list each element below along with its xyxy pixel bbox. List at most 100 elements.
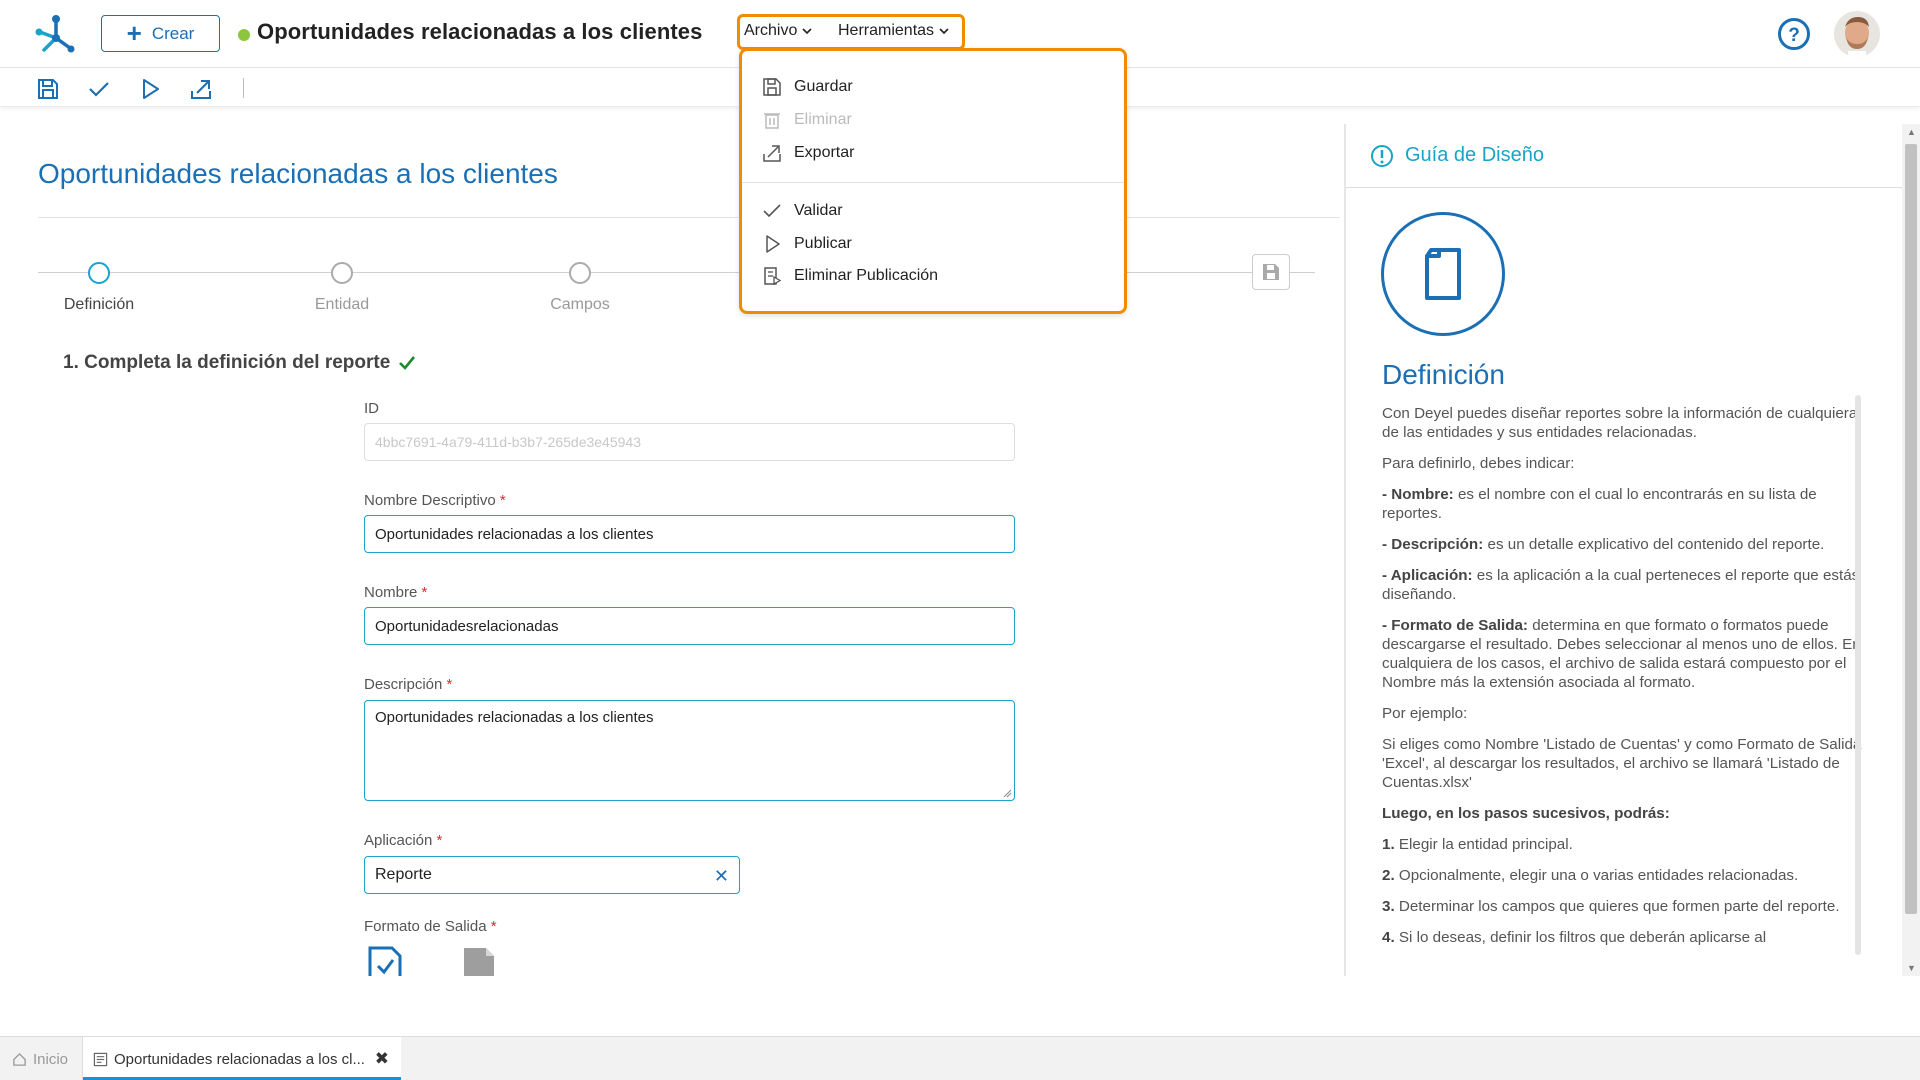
- save-icon[interactable]: [36, 77, 60, 101]
- tab-label: Inicio: [33, 1050, 69, 1068]
- guide-paragraph: 1. Elegir la entidad principal.: [1382, 835, 1864, 854]
- nombre-field[interactable]: Oportunidadesrelacionadas: [364, 607, 1015, 645]
- menu-herramientas-label: Herramientas: [838, 22, 935, 39]
- scrollbar-thumb[interactable]: [1905, 144, 1917, 914]
- nombre-descriptivo-field[interactable]: Oportunidades relacionadas a los cliente…: [364, 515, 1015, 553]
- bottom-tab-bar: Inicio Oportunidades relacionadas a los …: [0, 1036, 1920, 1080]
- unpublish-icon: [764, 267, 782, 286]
- guide-header: Guía de Diseño: [1346, 124, 1902, 188]
- select-value: Reporte: [375, 866, 432, 883]
- chevron-down-icon: [939, 28, 949, 35]
- guide-text: Si lo deseas, definir los filtros que de…: [1394, 929, 1767, 946]
- guide-paragraph: 2. Opcionalmente, elegir una o varias en…: [1382, 866, 1864, 885]
- field-value: Oportunidades relacionadas a los cliente…: [375, 525, 654, 543]
- check-icon: [399, 356, 416, 370]
- step-label-campos: Campos: [550, 296, 610, 313]
- menu-archivo[interactable]: Archivo: [744, 22, 813, 40]
- tab-reporte[interactable]: Oportunidades relacionadas a los cl... ✖: [83, 1037, 401, 1080]
- guide-title: Guía de Diseño: [1405, 144, 1544, 166]
- check-icon[interactable]: [87, 77, 111, 101]
- menu-item-eliminar[interactable]: Eliminar: [762, 110, 852, 130]
- divider: [38, 217, 1340, 218]
- menu-item-exportar[interactable]: Exportar: [762, 143, 854, 163]
- tab-label: Oportunidades relacionadas a los cl...: [114, 1050, 365, 1068]
- menu-item-validar[interactable]: Validar: [762, 201, 843, 221]
- label-text: Formato de Salida: [364, 918, 487, 935]
- nombre-descriptivo-label: Nombre Descriptivo *: [364, 492, 506, 509]
- required-mark: *: [490, 918, 497, 935]
- section-title: 1. Completa la definición del reporte: [63, 352, 416, 374]
- guide-paragraph: Luego, en los pasos sucesivos, podrás:: [1382, 804, 1864, 823]
- trash-icon: [764, 113, 780, 129]
- guide-bold: 2.: [1382, 867, 1395, 884]
- aplicacion-label: Aplicación *: [364, 832, 442, 849]
- deyel-logo-icon[interactable]: [34, 12, 78, 56]
- create-button-label: Crear: [151, 23, 195, 43]
- close-icon[interactable]: ✖: [375, 1049, 389, 1069]
- label-text: Nombre Descriptivo: [364, 492, 496, 509]
- tab-inicio[interactable]: Inicio: [12, 1037, 68, 1080]
- archivo-dropdown-menu: Guardar Eliminar Exportar Validar Public…: [739, 48, 1127, 314]
- export-icon[interactable]: [189, 77, 213, 101]
- menu-item-publicar[interactable]: Publicar: [762, 234, 852, 254]
- status-dot: [238, 29, 250, 41]
- guide-bold: 1.: [1382, 836, 1395, 853]
- page-scrollbar[interactable]: ▲ ▼: [1902, 124, 1920, 976]
- guide-bold: - Descripción:: [1382, 536, 1484, 553]
- id-label-text: ID: [364, 400, 379, 417]
- required-mark: *: [499, 492, 506, 509]
- id-value: 4bbc7691-4a79-411d-b3b7-265de3e45943: [375, 434, 641, 450]
- guide-bold: Luego, en los pasos sucesivos, podrás:: [1382, 805, 1670, 822]
- guide-bold: - Formato de Salida:: [1382, 617, 1528, 634]
- home-icon: [13, 1052, 26, 1066]
- menu-item-label: Eliminar Publicación: [794, 267, 939, 284]
- guide-scrollbar[interactable]: [1855, 395, 1861, 955]
- field-value: Oportunidades relacionadas a los cliente…: [375, 709, 654, 726]
- required-mark: *: [421, 584, 428, 601]
- play-icon[interactable]: [138, 77, 162, 101]
- label-text: Nombre: [364, 584, 418, 601]
- step-campos[interactable]: [569, 262, 591, 284]
- section-title-text: 1. Completa la definición del reporte: [63, 352, 391, 373]
- menu-separator: [742, 182, 1124, 183]
- excel-format-icon[interactable]: [367, 946, 403, 976]
- scroll-up-icon[interactable]: ▲: [1907, 127, 1916, 137]
- create-button[interactable]: + Crear: [101, 15, 220, 52]
- scroll-down-icon[interactable]: ▼: [1907, 963, 1916, 973]
- guide-bold: - Aplicación:: [1382, 567, 1473, 584]
- guide-bold: 4.: [1382, 929, 1395, 946]
- menu-item-guardar[interactable]: Guardar: [762, 77, 853, 97]
- nombre-label: Nombre *: [364, 584, 427, 601]
- guide-text: Opcionalmente, elegir una o varias entid…: [1394, 867, 1799, 884]
- field-value: Oportunidadesrelacionadas: [375, 617, 559, 635]
- guide-bold: 3.: [1382, 898, 1395, 915]
- guide-paragraph: Para definirlo, debes indicar:: [1382, 455, 1575, 472]
- guide-bold: - Nombre:: [1382, 486, 1454, 503]
- menu-item-label: Validar: [794, 202, 843, 219]
- help-icon[interactable]: ?: [1777, 17, 1811, 51]
- step-definicion[interactable]: [88, 262, 110, 284]
- guide-text: es un detalle explicativo del contenido …: [1483, 536, 1825, 553]
- aplicacion-select[interactable]: Reporte ✕: [364, 856, 740, 894]
- required-mark: *: [436, 832, 443, 849]
- guide-paragraph: - Nombre: es el nombre con el cual lo en…: [1382, 485, 1864, 523]
- menu-herramientas[interactable]: Herramientas: [838, 22, 950, 40]
- csv-format-icon[interactable]: [461, 946, 497, 976]
- step-save-button[interactable]: [1252, 254, 1290, 290]
- toolbar-separator: [243, 78, 244, 98]
- step-label-entidad: Entidad: [314, 296, 370, 313]
- descripcion-textarea[interactable]: Oportunidades relacionadas a los cliente…: [364, 700, 1015, 801]
- label-text: Aplicación: [364, 832, 433, 849]
- guide-paragraph: Si eliges como Nombre 'Listado de Cuenta…: [1382, 736, 1862, 791]
- step-label-definicion: Definición: [63, 296, 135, 313]
- info-icon: [1370, 144, 1394, 168]
- page-title: Oportunidades relacionadas a los cliente…: [38, 158, 558, 189]
- resize-handle-icon[interactable]: [1002, 788, 1012, 798]
- step-entidad[interactable]: [331, 262, 353, 284]
- guide-paragraph: 3. Determinar los campos que quieres que…: [1382, 897, 1864, 916]
- menu-item-eliminar-publicacion[interactable]: Eliminar Publicación: [762, 266, 938, 286]
- guide-text: Elegir la entidad principal.: [1394, 836, 1573, 853]
- user-avatar[interactable]: [1834, 11, 1880, 57]
- export-icon: [763, 145, 781, 162]
- clear-icon[interactable]: ✕: [714, 866, 729, 887]
